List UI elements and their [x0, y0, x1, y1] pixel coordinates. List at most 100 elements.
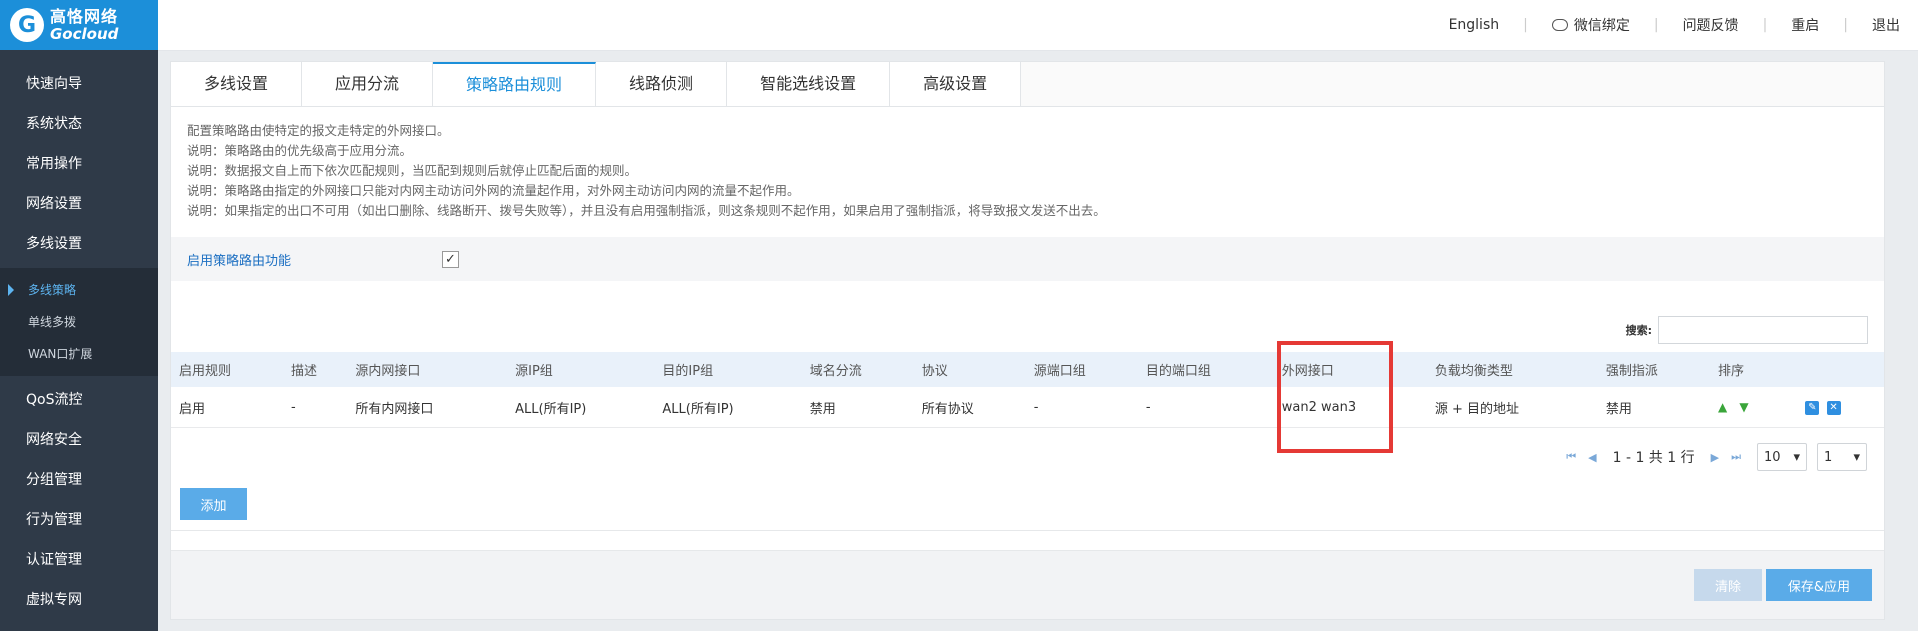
enable-policy-routing-label: 启用策略路由功能: [187, 253, 292, 269]
col-actions: [1797, 352, 1884, 387]
cell-dest-ip-group: ALL(所有IP): [654, 387, 802, 428]
page-info: 1 - 1 共 1 行: [1612, 450, 1695, 466]
sidebar-subitem-wan-expansion[interactable]: WAN口扩展: [0, 338, 158, 370]
col-enable-rule: 启用规则: [179, 364, 232, 379]
col-sort: 排序: [1717, 364, 1744, 379]
cell-source-lan-interface: 所有内网接口: [347, 387, 508, 428]
note-line: 说明：数据报文自上而下依次匹配规则，当匹配到规则后就停止匹配后面的规则。: [187, 163, 638, 178]
sidebar-subnav: 多线策略 单线多拨 WAN口扩展: [0, 268, 158, 376]
divider: |: [1523, 17, 1528, 33]
col-protocol: 协议: [921, 364, 948, 379]
cell-source-port-group: -: [1025, 387, 1138, 428]
col-source-port-group: 源端口组: [1033, 364, 1086, 379]
move-down-icon[interactable]: ▼: [1739, 400, 1748, 414]
sidebar-item-group-management[interactable]: 分组管理: [0, 460, 158, 500]
sidebar-item-behavior-management[interactable]: 行为管理: [0, 500, 158, 540]
main-panel: 多线设置 应用分流 策略路由规则 线路侦测 智能选线设置 高级设置 配置策略路由…: [170, 61, 1885, 620]
language-english-link[interactable]: English: [1449, 17, 1500, 33]
page-size-value: 10: [1764, 449, 1781, 465]
tab-line-detection[interactable]: 线路侦测: [596, 62, 728, 106]
col-domain-split: 域名分流: [809, 364, 862, 379]
tab-bar: 多线设置 应用分流 策略路由规则 线路侦测 智能选线设置 高级设置: [171, 62, 1884, 107]
last-page-icon[interactable]: ⏭: [1731, 450, 1741, 464]
logout-link[interactable]: 退出: [1872, 15, 1900, 35]
delete-icon[interactable]: ✕: [1826, 401, 1841, 415]
col-source-lan-interface: 源内网接口: [355, 364, 421, 379]
sidebar-subitem-single-line-multidial[interactable]: 单线多拨: [0, 306, 158, 338]
note-line: 说明：策略路由的优先级高于应用分流。: [187, 143, 413, 158]
search-label: 搜索:: [1625, 324, 1652, 337]
cell-domain-split: 禁用: [801, 387, 914, 428]
col-wan-interface: 外网接口: [1281, 364, 1334, 379]
col-source-ip-group: 源IP组: [515, 364, 553, 379]
first-page-icon[interactable]: ⏮: [1566, 450, 1576, 464]
footer-bar: 清除 保存&应用: [171, 550, 1884, 619]
add-button[interactable]: 添加: [180, 488, 247, 520]
prev-page-icon[interactable]: ◀: [1588, 451, 1596, 464]
sidebar-item-network-security[interactable]: 网络安全: [0, 420, 158, 460]
col-load-balance-type: 负载均衡类型: [1434, 364, 1513, 379]
edit-icon[interactable]: ✎: [1805, 401, 1820, 415]
col-force-assign: 强制指派: [1605, 364, 1658, 379]
sidebar: G 高恪网络 Gocloud 快速向导 系统状态 常用操作 网络设置 多线设置 …: [0, 0, 158, 631]
divider: |: [1762, 17, 1768, 33]
sidebar-item-system-status[interactable]: 系统状态: [0, 104, 158, 144]
clear-button[interactable]: 清除: [1694, 569, 1762, 601]
cell-force-assign: 禁用: [1597, 387, 1710, 428]
sidebar-item-common-ops[interactable]: 常用操作: [0, 144, 158, 184]
divider: |: [1653, 17, 1659, 33]
reboot-link[interactable]: 重启: [1791, 15, 1819, 35]
logo[interactable]: G 高恪网络 Gocloud: [0, 0, 158, 50]
move-up-icon[interactable]: ▲: [1718, 400, 1727, 414]
divider: [171, 530, 1884, 531]
cell-description: -: [283, 387, 348, 428]
page-number-select[interactable]: 1 ▾: [1817, 443, 1867, 471]
next-page-icon[interactable]: ▶: [1711, 451, 1719, 464]
tab-smart-line-selection[interactable]: 智能选线设置: [727, 62, 891, 106]
logo-text-en: Gocloud: [50, 24, 119, 43]
rules-table: 启用规则 描述 源内网接口 源IP组 目的IP组 域名分流 协议 源端口组 目的…: [171, 352, 1884, 428]
col-dest-ip-group: 目的IP组: [662, 364, 714, 379]
note-line: 说明：策略路由指定的外网接口只能对内网主动访问外网的流量起作用，对外网主动访问内…: [187, 183, 800, 198]
sidebar-item-network-settings[interactable]: 网络设置: [0, 184, 158, 224]
table-header-row: 启用规则 描述 源内网接口 源IP组 目的IP组 域名分流 协议 源端口组 目的…: [171, 352, 1884, 387]
sidebar-item-multiline-settings[interactable]: 多线设置: [0, 224, 158, 264]
save-apply-button[interactable]: 保存&应用: [1766, 569, 1872, 601]
col-dest-port-group: 目的端口组: [1145, 364, 1211, 379]
cell-protocol: 所有协议: [913, 387, 1026, 428]
search-row: 搜索:: [171, 314, 1884, 346]
page-number-value: 1: [1824, 449, 1833, 465]
cell-actions: ✎ ✕: [1797, 387, 1884, 428]
wechat-bind-label: 微信绑定: [1573, 18, 1630, 34]
sidebar-item-auth-management[interactable]: 认证管理: [0, 540, 158, 580]
logo-text-cn: 高恪网络: [50, 6, 119, 26]
pagination: ⏮ ◀ 1 - 1 共 1 行 ▶ ⏭ 10 ▾ 1 ▾: [1560, 443, 1867, 471]
sidebar-subitem-multiline-policy[interactable]: 多线策略: [0, 274, 158, 306]
sidebar-item-quick-guide[interactable]: 快速向导: [0, 64, 158, 104]
gocloud-logo-icon: G: [10, 8, 44, 42]
feedback-link[interactable]: 问题反馈: [1683, 15, 1739, 35]
cell-load-balance-type: 源 + 目的地址: [1426, 387, 1598, 428]
cell-source-ip-group: ALL(所有IP): [507, 387, 655, 428]
wechat-icon: [1551, 19, 1568, 31]
sidebar-item-vpn[interactable]: 虚拟专网: [0, 580, 158, 620]
sidebar-item-qos[interactable]: QoS流控: [0, 380, 158, 420]
cell-enable-rule: 启用: [171, 387, 284, 428]
top-bar: English | 微信绑定 | 问题反馈 | 重启 | 退出: [158, 0, 1918, 51]
top-links: English | 微信绑定 | 问题反馈 | 重启 | 退出: [1449, 0, 1900, 50]
col-description: 描述: [291, 364, 318, 379]
enable-policy-routing-row: 启用策略路由功能 ✓: [171, 237, 1884, 281]
note-line: 说明：如果指定的出口不可用（如出口删除、线路断开、拨号失败等），并且没有启用强制…: [187, 203, 1106, 218]
tab-multiline-settings[interactable]: 多线设置: [171, 62, 303, 106]
page-size-select[interactable]: 10 ▾: [1757, 443, 1807, 471]
description-notes: 配置策略路由使特定的报文走特定的外网接口。 说明：策略路由的优先级高于应用分流。…: [171, 107, 1884, 227]
search-input[interactable]: [1658, 316, 1868, 344]
tab-policy-routing-rules[interactable]: 策略路由规则: [433, 62, 597, 106]
enable-policy-routing-checkbox[interactable]: ✓: [442, 250, 459, 268]
chevron-down-icon: ▾: [1793, 449, 1800, 465]
tab-advanced-settings[interactable]: 高级设置: [890, 62, 1022, 106]
tab-app-split[interactable]: 应用分流: [302, 62, 434, 106]
wechat-bind-link[interactable]: 微信绑定: [1551, 15, 1630, 35]
note-line: 配置策略路由使特定的报文走特定的外网接口。: [187, 123, 450, 138]
cell-sort: ▲ ▼: [1709, 387, 1798, 428]
